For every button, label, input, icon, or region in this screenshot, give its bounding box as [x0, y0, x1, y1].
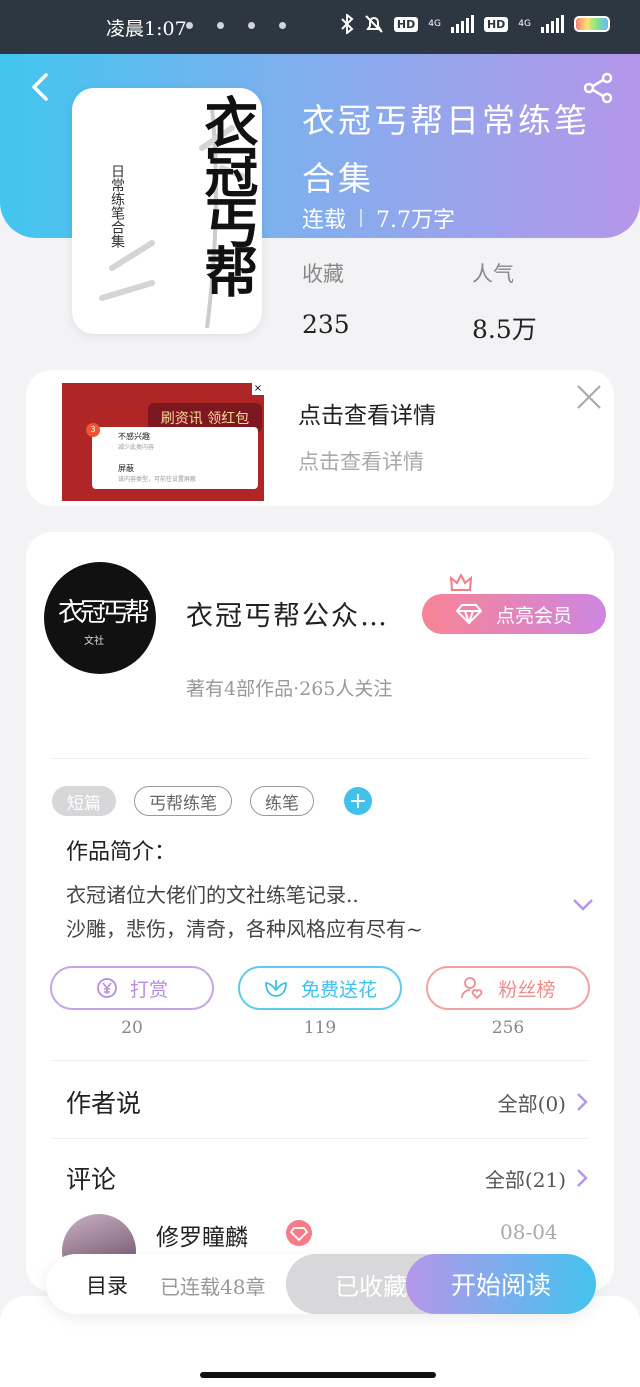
ad-image-opt2: 屏蔽: [118, 464, 134, 473]
flower-count: 119: [303, 1018, 337, 1038]
fans-action: 粉丝榜 256: [426, 966, 590, 1038]
toc-button[interactable]: 目录: [86, 1270, 128, 1300]
user-heart-icon: [461, 977, 483, 1000]
network-type-2: 4G: [518, 19, 531, 29]
notification-icons: [186, 22, 286, 29]
network-type: 4G: [428, 19, 441, 29]
diamond-icon: [455, 604, 482, 624]
author-says-more-label: 全部(0): [497, 1091, 566, 1116]
serial-status: 连载: [302, 208, 347, 233]
back-arrow-icon[interactable]: [26, 72, 56, 102]
author-says-more[interactable]: 全部(0): [498, 1088, 588, 1117]
bluetooth-icon: [341, 14, 354, 34]
home-indicator: [200, 1372, 436, 1378]
hd-badge-2: HD: [483, 16, 509, 32]
tag-item[interactable]: 练笔: [250, 786, 314, 816]
comments-heading: 评论: [66, 1165, 117, 1194]
ad-image-opt1-sub: 减少此类内容: [118, 444, 155, 451]
comment-date: 08-04: [500, 1220, 558, 1244]
stat-value: 235: [302, 310, 350, 339]
crown-icon: [450, 574, 472, 591]
word-count: 7.7万字: [376, 208, 456, 233]
avatar-title: 衣冠丐帮: [58, 598, 150, 628]
book-detail-card: 衣冠丐帮 文社 衣冠丐帮公众… 点亮会员 著有4部作品·265人关注 短篇 丐帮…: [26, 532, 614, 1292]
battery-icon: [574, 16, 610, 32]
signal-icon-2: [541, 15, 564, 33]
ad-image: 刷资讯 领红包 × 3 不感兴趣 减少此类内容 屏蔽 该内容类型，可前往设置屏蔽: [62, 383, 264, 501]
author-name[interactable]: 衣冠丐帮公众…: [186, 594, 389, 633]
ad-image-close-icon: ×: [252, 383, 264, 395]
stat-label: 人气: [472, 262, 514, 286]
chevron-right-icon: [577, 1093, 588, 1111]
reward-count: 20: [121, 1018, 143, 1038]
fan-ranking-label: 粉丝榜: [498, 978, 556, 1001]
ad-title: 点击查看详情: [298, 403, 436, 429]
yen-coin-icon: [97, 978, 117, 998]
action-buttons: 打赏 20 免费送花 119 粉丝榜 256: [50, 966, 590, 1038]
mute-bell-icon: [365, 15, 383, 33]
send-flower-button[interactable]: 免费送花: [238, 966, 402, 1010]
tag-list: 短篇 丐帮练笔 练笔 +: [52, 786, 372, 816]
chevron-down-icon[interactable]: [572, 898, 594, 912]
ad-image-opt1: 不感兴趣: [118, 432, 150, 441]
comments-more-label: 全部(21): [484, 1167, 566, 1192]
reward-action: 打赏 20: [50, 966, 214, 1038]
cover-main-title: 衣冠丐帮: [195, 94, 259, 294]
book-title: 衣冠丐帮日常练笔合集: [302, 101, 590, 198]
book-cover[interactable]: 衣冠丐帮 日常练笔合集: [72, 88, 262, 334]
reward-label: 打赏: [129, 978, 168, 1001]
divider: [52, 758, 588, 759]
stat-label: 收藏: [302, 262, 344, 286]
comments-section[interactable]: 评论 全部(21): [66, 1160, 588, 1196]
author-avatar[interactable]: 衣冠丐帮 文社: [44, 562, 156, 674]
vip-diamond-icon: [286, 1220, 312, 1246]
send-flower-label: 免费送花: [300, 978, 377, 1001]
author-stats: 著有4部作品·265人关注: [186, 678, 393, 700]
vip-label: 点亮会员: [495, 604, 572, 627]
comments-more[interactable]: 全部(21): [485, 1164, 588, 1193]
serial-chapter-count[interactable]: 已连载48章: [160, 1271, 265, 1300]
ad-image-badge: 3: [86, 423, 100, 437]
hd-badge: HD: [393, 16, 419, 32]
status-right: HD 4G HD 4G: [340, 14, 610, 34]
stat-favorites: 收藏 235: [302, 258, 350, 339]
add-tag-icon[interactable]: +: [344, 787, 372, 815]
divider: [52, 1138, 588, 1139]
status-time: 凌晨1:07: [106, 18, 187, 40]
flower-action: 免费送花 119: [238, 966, 402, 1038]
ad-image-popup: 3 不感兴趣 减少此类内容 屏蔽 该内容类型，可前往设置屏蔽: [86, 423, 258, 489]
author-says-section[interactable]: 作者说 全部(0): [66, 1084, 588, 1120]
meta-divider: [360, 209, 363, 227]
tag-item[interactable]: 短篇: [52, 786, 116, 816]
fans-count: 256: [491, 1018, 525, 1038]
start-reading-button[interactable]: 开始阅读: [406, 1254, 596, 1314]
close-icon[interactable]: [574, 382, 604, 412]
chevron-right-icon: [577, 1169, 588, 1187]
author-says-heading: 作者说: [66, 1089, 142, 1118]
intro-line: 沙雕，悲伤，清奇，各种风格应有尽有~: [66, 917, 423, 941]
status-bar: 凌晨1:07 HD 4G HD 4G: [0, 0, 640, 54]
intro-heading: 作品简介：: [66, 840, 177, 865]
stat-value: 8.5万: [472, 315, 537, 344]
divider: [52, 1060, 588, 1061]
bottom-action-bar: 目录 已连载48章 已收藏 开始阅读: [46, 1254, 596, 1314]
tag-item[interactable]: 丐帮练笔: [134, 786, 232, 816]
reward-button[interactable]: 打赏: [50, 966, 214, 1010]
book-meta: 连载 7.7万字: [302, 202, 455, 234]
signal-icon: [450, 15, 474, 33]
flower-icon: [265, 980, 287, 997]
ad-image-opt2-sub: 该内容类型，可前往设置屏蔽: [118, 476, 197, 483]
avatar-subtitle: 文社: [84, 636, 104, 647]
intro-line: 衣冠诸位大佬们的文社练笔记录..: [66, 883, 359, 907]
commenter-name[interactable]: 修罗瞳麟: [156, 1218, 248, 1252]
ad-subtitle: 点击查看详情: [298, 450, 424, 474]
fan-ranking-button[interactable]: 粉丝榜: [426, 966, 590, 1010]
ad-banner[interactable]: 刷资讯 领红包 × 3 不感兴趣 减少此类内容 屏蔽 该内容类型，可前往设置屏蔽…: [26, 370, 614, 506]
vip-button[interactable]: 点亮会员: [422, 594, 606, 634]
stat-popularity: 人气 8.5万: [472, 258, 537, 346]
intro-text: 衣冠诸位大佬们的文社练笔记录.. 沙雕，悲伤，清奇，各种风格应有尽有~: [66, 878, 423, 946]
cover-subtitle: 日常练笔合集: [109, 164, 125, 248]
